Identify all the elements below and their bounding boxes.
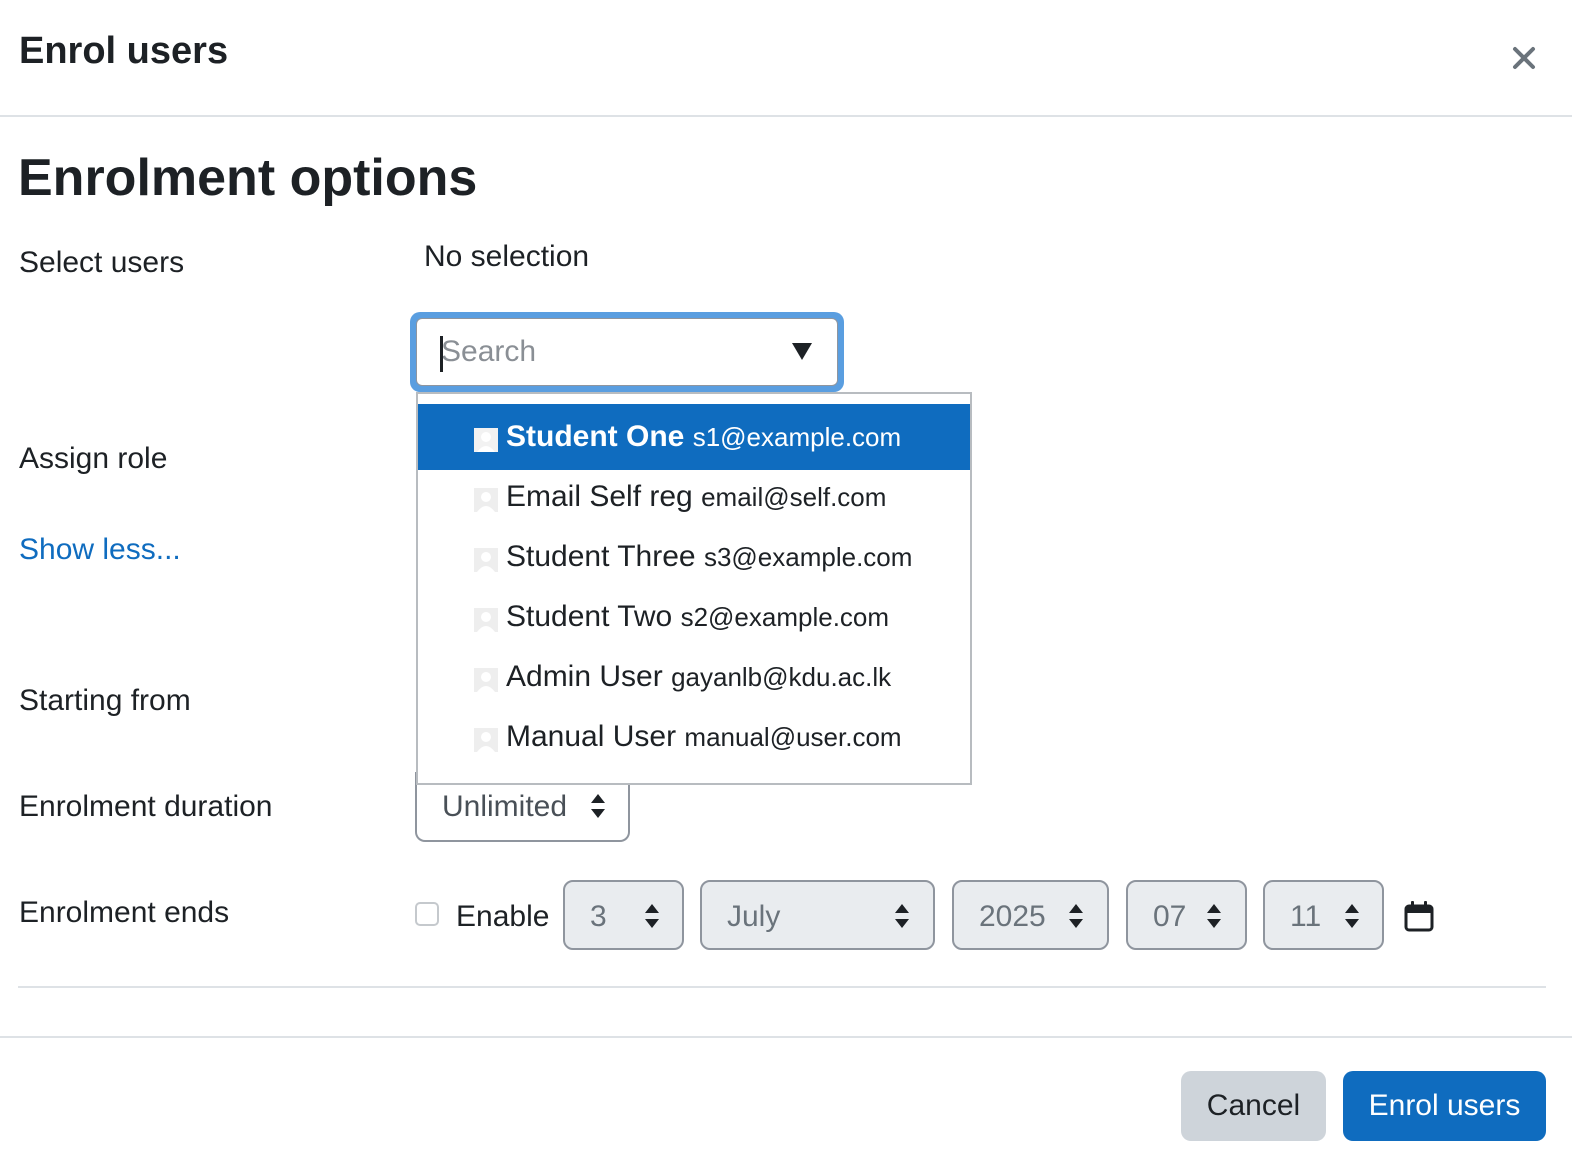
- minute-select[interactable]: 11: [1263, 880, 1384, 950]
- duration-value: Unlimited: [442, 790, 568, 823]
- sort-updown-icon: [645, 904, 659, 928]
- enrol-users-modal: Enrol users Enrolment options Select use…: [0, 0, 1572, 1166]
- user-option-label: Student One s1@example.com: [506, 420, 902, 453]
- year-select[interactable]: 2025: [952, 880, 1109, 950]
- sort-updown-icon: [591, 794, 605, 818]
- user-avatar-icon: [474, 548, 498, 572]
- user-option-label: Admin User gayanlb@kdu.ac.lk: [506, 660, 892, 693]
- user-avatar-icon: [474, 728, 498, 752]
- close-button[interactable]: [1502, 36, 1546, 80]
- user-avatar-icon: [474, 428, 498, 452]
- calendar-icon: [1404, 901, 1434, 932]
- user-avatar-icon: [474, 668, 498, 692]
- enrol-users-button[interactable]: Enrol users: [1343, 1071, 1546, 1141]
- hour-value: 07: [1153, 900, 1187, 933]
- text-cursor: [440, 336, 443, 372]
- month-value: July: [727, 900, 781, 933]
- sort-updown-icon: [1069, 904, 1083, 928]
- user-option-label: Manual User manual@user.com: [506, 720, 902, 753]
- selection-status: No selection: [424, 240, 590, 273]
- user-avatar-icon: [474, 608, 498, 632]
- month-select[interactable]: July: [700, 880, 935, 950]
- assign-role-label: Assign role: [19, 442, 168, 475]
- user-avatar-icon: [474, 488, 498, 512]
- enrolment-ends-enable-checkbox[interactable]: [415, 902, 439, 926]
- day-value: 3: [590, 900, 607, 933]
- close-icon: [1513, 47, 1535, 69]
- hour-select[interactable]: 07: [1126, 880, 1247, 950]
- sort-updown-icon: [1207, 904, 1221, 928]
- section-title: Enrolment options: [18, 149, 478, 207]
- year-value: 2025: [979, 900, 1046, 933]
- starting-from-label: Starting from: [19, 684, 191, 717]
- user-option-label: Student Two s2@example.com: [506, 600, 890, 633]
- user-suggestions-listbox: Student One s1@example.com Email Self re…: [416, 392, 972, 785]
- user-option-label: Student Three s3@example.com: [506, 540, 913, 573]
- modal-title: Enrol users: [19, 30, 229, 72]
- select-users-label: Select users: [19, 246, 185, 279]
- sort-updown-icon: [895, 904, 909, 928]
- day-select[interactable]: 3: [563, 880, 684, 950]
- user-option[interactable]: Student One s1@example.com: [418, 410, 970, 470]
- enrolment-ends-label: Enrolment ends: [19, 896, 230, 929]
- form-divider: [18, 986, 1546, 988]
- user-option[interactable]: Email Self reg email@self.com: [418, 470, 970, 530]
- caret-down-icon: [792, 343, 812, 360]
- footer-divider: [0, 1036, 1572, 1038]
- sort-updown-icon: [1345, 904, 1359, 928]
- cancel-button[interactable]: Cancel: [1181, 1071, 1326, 1141]
- enrolment-duration-label: Enrolment duration: [19, 790, 273, 823]
- enable-label: Enable: [456, 900, 550, 933]
- user-option-label: Email Self reg email@self.com: [506, 480, 887, 513]
- user-option[interactable]: Manual User manual@user.com: [418, 710, 970, 770]
- user-option[interactable]: Student Two s2@example.com: [418, 590, 970, 650]
- user-option[interactable]: Student Three s3@example.com: [418, 530, 970, 590]
- user-option[interactable]: Admin User gayanlb@kdu.ac.lk: [418, 650, 970, 710]
- calendar-button[interactable]: [1404, 900, 1434, 937]
- minute-value: 11: [1290, 900, 1322, 933]
- dropdown-toggle[interactable]: [790, 340, 814, 367]
- user-search-input[interactable]: [441, 329, 771, 375]
- user-search-combobox[interactable]: [416, 318, 838, 386]
- show-less-link[interactable]: Show less...: [19, 533, 181, 567]
- modal-header: Enrol users: [0, 0, 1572, 117]
